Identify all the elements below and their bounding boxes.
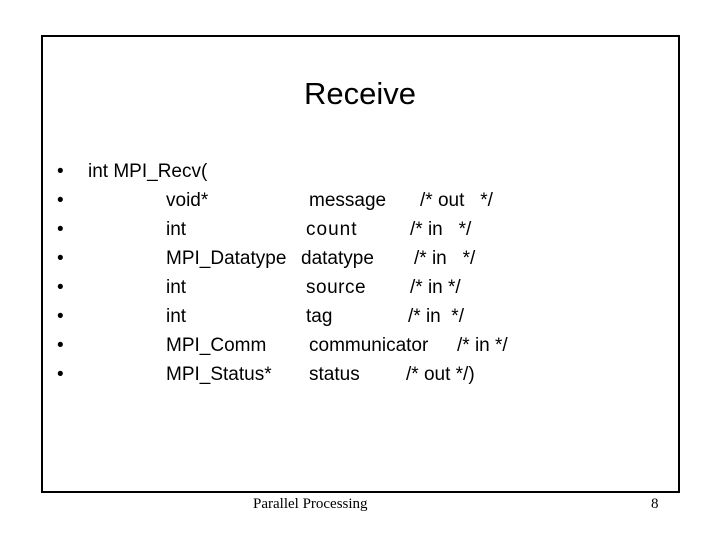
param-type: int bbox=[166, 219, 187, 240]
bullet: • bbox=[57, 364, 64, 385]
slide-title: Receive bbox=[304, 76, 416, 111]
param-comment: /* out */) bbox=[406, 364, 475, 385]
bullet: • bbox=[57, 277, 64, 298]
param-name: status bbox=[309, 364, 360, 385]
param-name: communicator bbox=[309, 335, 429, 356]
param-name: count bbox=[306, 219, 358, 240]
function-signature: int MPI_Recv( bbox=[88, 161, 208, 182]
param-comment: /* in */ bbox=[457, 335, 508, 356]
code-line: • int tag /* in */ bbox=[0, 302, 720, 331]
param-comment: /* in */ bbox=[414, 248, 476, 269]
param-type: void* bbox=[166, 190, 209, 211]
page-number: 8 bbox=[651, 496, 659, 512]
bullet: • bbox=[57, 306, 64, 327]
code-line: • int MPI_Recv( bbox=[0, 157, 720, 186]
param-name: message bbox=[309, 190, 387, 211]
footer-text: Parallel Processing bbox=[253, 496, 368, 512]
param-comment: /* in */ bbox=[408, 306, 464, 327]
bullet: • bbox=[57, 190, 64, 211]
bullet: • bbox=[57, 161, 64, 182]
param-comment: /* in */ bbox=[410, 219, 472, 240]
param-type: MPI_Datatype bbox=[166, 248, 287, 269]
param-name: source bbox=[306, 277, 367, 298]
param-type: int bbox=[166, 306, 187, 327]
param-type: MPI_Comm bbox=[166, 335, 267, 356]
code-line: • MPI_Status* status /* out */) bbox=[0, 360, 720, 389]
code-line: • MPI_Datatype datatype /* in */ bbox=[0, 244, 720, 273]
param-comment: /* in */ bbox=[410, 277, 461, 298]
param-name: tag bbox=[306, 306, 333, 327]
bullet: • bbox=[57, 248, 64, 269]
code-line: • int count /* in */ bbox=[0, 215, 720, 244]
param-comment: /* out */ bbox=[420, 190, 493, 211]
bullet: • bbox=[57, 219, 64, 240]
bullet: • bbox=[57, 335, 64, 356]
param-type: int bbox=[166, 277, 187, 298]
code-line: • void* message /* out */ bbox=[0, 186, 720, 215]
code-line: • int source /* in */ bbox=[0, 273, 720, 302]
param-name: datatype bbox=[301, 248, 374, 269]
code-line: • MPI_Comm communicator /* in */ bbox=[0, 331, 720, 360]
param-type: MPI_Status* bbox=[166, 364, 272, 385]
